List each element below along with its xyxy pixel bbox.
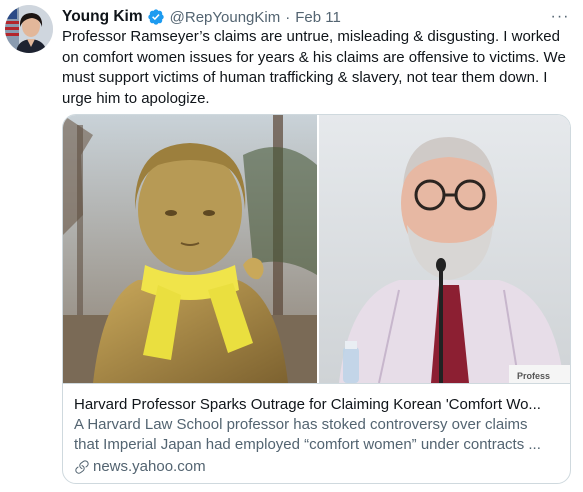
card-description: A Harvard Law School professor has stoke… bbox=[74, 415, 560, 455]
more-horizontal-icon[interactable]: ··· bbox=[549, 6, 571, 28]
nameplate-text: Profess bbox=[517, 371, 550, 381]
tweet-text: Professor Ramseyer’s claims are untrue, … bbox=[62, 28, 566, 107]
card-domain-text: news.yahoo.com bbox=[93, 458, 206, 475]
link-icon bbox=[74, 459, 90, 475]
link-card[interactable]: Profess Harvard Professor Sparks Outrage… bbox=[62, 114, 571, 484]
author-name[interactable]: Young Kim bbox=[62, 8, 143, 26]
card-title: Harvard Professor Sparks Outrage for Cla… bbox=[74, 396, 541, 413]
tweet-date[interactable]: Feb 11 bbox=[295, 9, 341, 26]
card-domain: news.yahoo.com bbox=[74, 458, 206, 475]
card-media[interactable]: Profess bbox=[63, 115, 570, 383]
avatar[interactable] bbox=[5, 5, 53, 53]
card-description-line: that Imperial Japan had employed “comfor… bbox=[74, 436, 541, 453]
card-photo-statue bbox=[63, 115, 317, 383]
card-body[interactable]: Harvard Professor Sparks Outrage for Cla… bbox=[63, 383, 570, 483]
author-handle[interactable]: @RepYoungKim bbox=[170, 9, 281, 26]
verified-badge-icon bbox=[147, 8, 165, 26]
card-photo-professor: Profess bbox=[317, 115, 570, 383]
tweet[interactable]: Young Kim @RepYoungKim · Feb 11 ··· Prof… bbox=[0, 0, 583, 492]
tweet-header: Young Kim @RepYoungKim · Feb 11 ··· bbox=[62, 6, 573, 28]
card-description-line: A Harvard Law School professor has stoke… bbox=[74, 416, 528, 433]
separator-dot: · bbox=[285, 8, 291, 26]
